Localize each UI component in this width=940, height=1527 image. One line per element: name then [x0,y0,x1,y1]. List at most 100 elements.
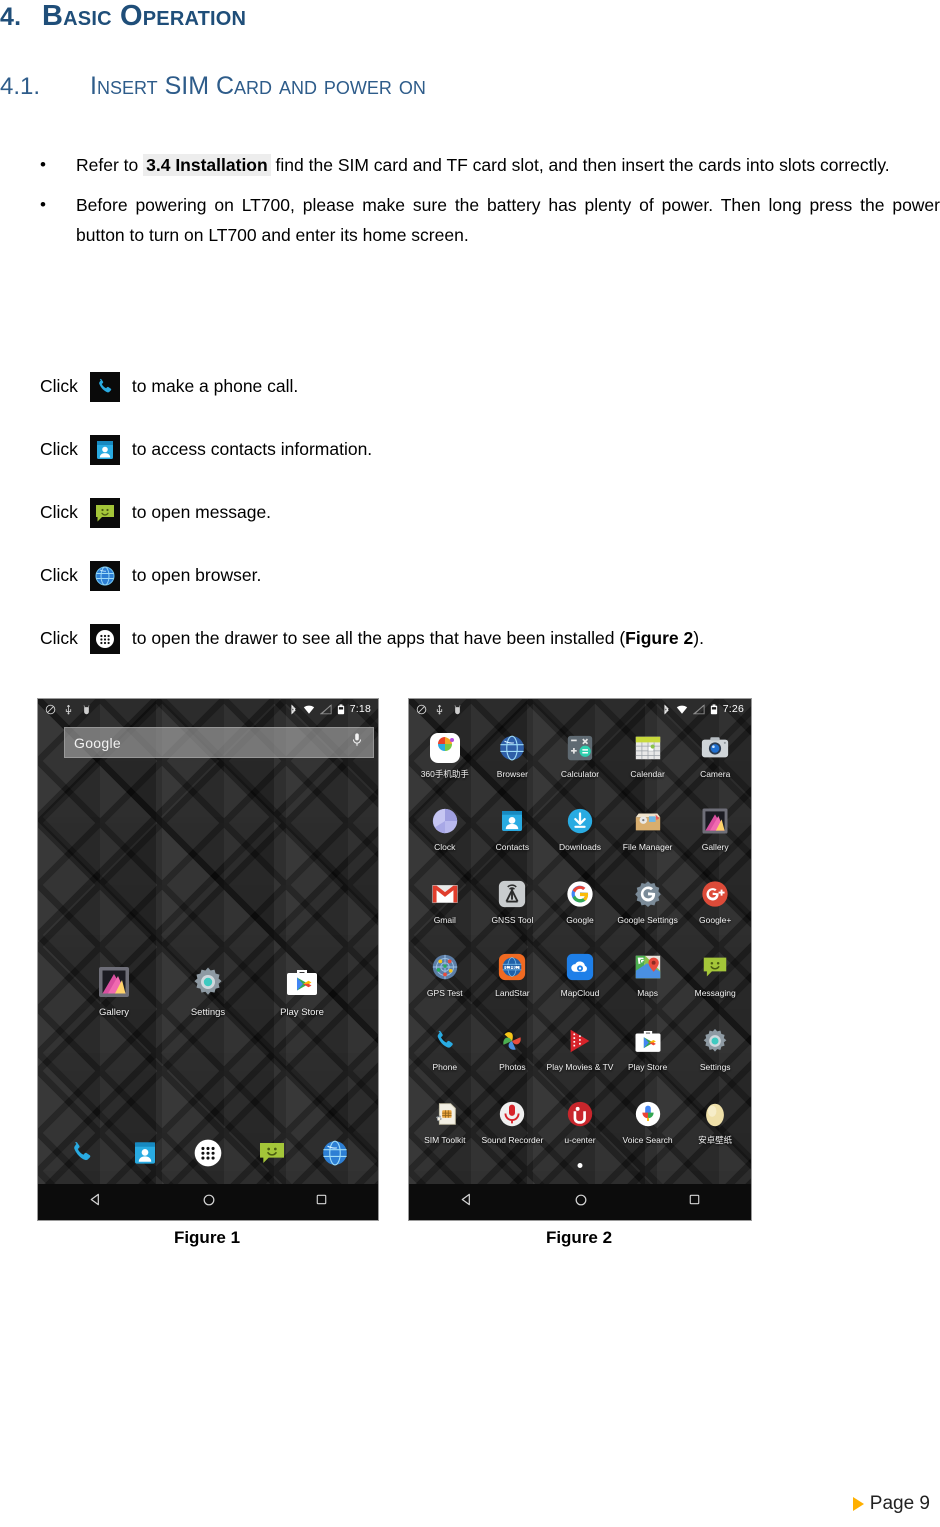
app-item[interactable]: Browser [479,723,547,796]
app-item[interactable]: GNSS Tool [479,869,547,942]
app-item[interactable]: Play Store [614,1016,682,1089]
bluetooth-icon [291,704,296,714]
clock-icon [430,802,460,840]
app-item[interactable]: Play Movies & TV [546,1016,614,1089]
app-item[interactable]: 360手机助手 [411,723,479,796]
app-label: Messaging [694,988,736,999]
app-item[interactable]: u-center [546,1089,614,1162]
click-text: to make a phone call. [131,376,299,396]
phone-icon [89,371,120,402]
bullet-marker: • [40,195,46,214]
app-label: Camera [700,769,731,779]
back-icon[interactable] [88,1192,103,1212]
recents-icon[interactable] [688,1193,701,1211]
gnss-tool-icon [497,875,527,913]
home-icon-gallery[interactable]: Gallery [78,961,150,1018]
usb-icon [436,704,443,714]
sound-recorder-icon [497,1095,527,1133]
app-item[interactable]: File Manager [614,796,682,869]
wifi-icon [303,705,314,714]
click-text: to open message. [131,502,272,522]
figure1-dock [38,1128,378,1182]
usb-icon [65,704,72,714]
page-number: Page 9 [869,1493,930,1514]
back-icon[interactable] [459,1192,474,1212]
click-text: to open browser. [131,565,262,585]
dock-item-messaging[interactable] [256,1137,288,1174]
downloads-icon [565,802,595,840]
maps-icon: G [633,948,663,986]
android-debug-icon [83,704,90,714]
figure2-clock: 7:26 [722,703,744,715]
play-store-icon [633,1022,663,1060]
app-item[interactable]: Settings [681,1016,749,1089]
app-item[interactable]: Sound Recorder [479,1089,547,1162]
search-placeholder: Google [74,734,121,751]
calendar-icon [633,729,663,767]
app-item[interactable]: Google [546,869,614,942]
home-icon-play-store[interactable]: Play Store [266,961,338,1018]
figures-container: 7:18 Google Gallery Settings Play Store … [0,698,940,1228]
app-item[interactable]: Calculator [546,723,614,796]
bullet-text-post: find the SIM card and TF card slot, and … [270,155,890,175]
microphone-icon[interactable] [350,732,364,753]
click-line-messaging: Click to open message. [0,481,940,544]
bullet-item: • Before powering on LT700, please make s… [0,190,940,250]
app-item[interactable]: SIM Toolkit [411,1089,479,1162]
battery-icon [710,703,717,714]
figure-reference[interactable]: Figure 2 [625,628,693,649]
app-grid: 360手机助手 Browser Calculator Calendar Came… [409,721,751,1162]
app-label: Voice Search [622,1134,673,1145]
app-item[interactable]: 安卓壁纸 [681,1089,749,1162]
page-indicator-dot [577,1163,583,1168]
cross-reference-installation[interactable]: 3.4 Installation [143,154,271,176]
app-item[interactable]: Contacts [479,796,547,869]
app-label: File Manager [622,842,673,853]
heading2-title: Insert SIM Card and power on [90,72,426,100]
click-label: Click [40,376,78,396]
app-item[interactable]: Clock [411,796,479,869]
home-icon-row: Gallery Settings Play Store [38,961,378,1018]
app-item[interactable]: Voice Search [614,1089,682,1162]
click-text: to open the drawer to see all the apps t… [131,628,626,648]
app-item[interactable]: Google+ [681,869,749,942]
dock-item-contacts[interactable] [130,1138,160,1173]
360-assistant-icon [429,729,461,767]
page-indicator-dot [205,1141,211,1146]
app-item[interactable]: Calendar [614,723,682,796]
figure2-status-bar: 7:26 [409,699,751,719]
figure1-nav-bar [38,1184,378,1220]
home-icon[interactable] [574,1193,588,1212]
home-icon-label: Gallery [98,1007,130,1018]
app-label: u-center [564,1134,596,1145]
app-item[interactable]: Phone [411,1016,479,1089]
app-item[interactable]: G Maps [614,942,682,1015]
app-label: Calendar [630,769,665,779]
app-item[interactable]: Gallery [681,796,749,869]
app-item[interactable]: Camera [681,723,749,796]
heading1-title: Basic Operation [42,0,247,32]
dock-item-browser[interactable] [320,1138,350,1173]
play-movies-icon [565,1022,595,1060]
click-text: to access contacts information. [131,439,373,459]
app-item[interactable]: Downloads [546,796,614,869]
app-item[interactable]: GPS Test [411,942,479,1015]
app-item[interactable]: Google Settings [614,869,682,942]
app-item[interactable]: Photos [479,1016,547,1089]
click-line-contacts: Click to access contacts information. [0,418,940,481]
home-icon-settings[interactable]: Settings [172,961,244,1018]
home-icon[interactable] [202,1193,216,1212]
click-instruction-list: Click to make a phone call. Click to acc… [0,355,940,670]
bullet-text-pre: Before powering on LT700, please make su… [76,195,940,245]
signal-icon [319,703,332,714]
google-search-bar[interactable]: Google [64,727,374,758]
dock-item-phone[interactable] [66,1137,98,1174]
figure2-app-drawer: 7:26 360手机助手 Browser Calculator Calendar [408,698,752,1221]
app-label: Gmail [433,915,456,926]
app-item[interactable]: CHC LandStar [479,942,547,1015]
app-item[interactable]: Messaging [681,942,749,1015]
recents-icon[interactable] [315,1193,328,1211]
document-page: 4. Basic Operation 4.1. Insert SIM Card an… [0,0,940,1527]
app-item[interactable]: MapCloud [546,942,614,1015]
app-item[interactable]: Gmail [411,869,479,942]
